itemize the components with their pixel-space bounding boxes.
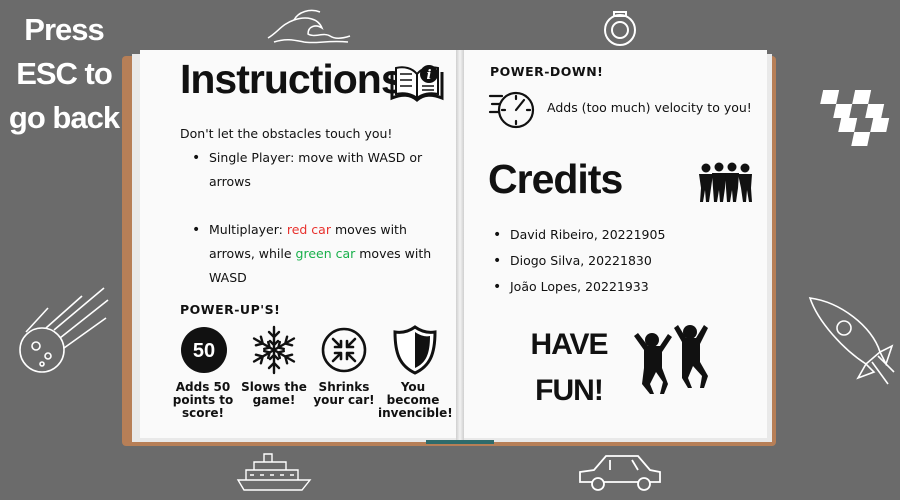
powerup-label-invincible: You become invencible!: [378, 380, 453, 420]
multiplayer-line-1: Multiplayer: red car moves with: [192, 218, 407, 242]
powerdown-label: Adds (too much) velocity to you!: [547, 100, 752, 115]
red-car-label: red car: [286, 222, 331, 237]
single-player-line-1: Single Player: move with WASD or: [192, 146, 422, 170]
ship-icon: [236, 453, 312, 491]
green-car-label: green car: [295, 246, 356, 261]
50-points-badge: 50: [193, 340, 215, 362]
speedometer-icon: [488, 91, 535, 129]
wave-icon: [267, 9, 351, 44]
meteor-icon: [19, 287, 109, 373]
credits-title: Credits: [488, 156, 623, 202]
snowflake-icon: [252, 325, 296, 375]
have-fun-line-1: HAVE: [530, 328, 608, 361]
powerup-label-shrink: Shrinks your car!: [313, 380, 375, 407]
shield-icon: [393, 325, 437, 375]
group-icon: [699, 162, 752, 202]
powerups-title: POWER-UP'S!: [180, 302, 281, 317]
50-points-icon: 50: [181, 327, 227, 373]
multiplayer-text-4: moves with: [355, 246, 432, 261]
lifebuoy-icon: [604, 11, 636, 46]
book-spine: [456, 50, 464, 440]
powerup-label-50-points: Adds 50 points to score!: [172, 380, 234, 420]
instructions-intro: Don't let the obstacles touch you!: [180, 126, 393, 141]
book-info-icon: i: [390, 65, 444, 102]
powerdown-title: POWER-DOWN!: [490, 64, 604, 79]
instructions-title: Instructions: [180, 56, 404, 102]
esc-hint-line-2: ESC to: [16, 56, 113, 91]
esc-hint-line-3: go back: [8, 100, 120, 135]
rocket-icon: [808, 297, 895, 385]
multiplayer-text-3: arrows, while: [209, 246, 296, 261]
single-player-line-2: arrows: [209, 174, 251, 189]
powerup-label-slow: Slows the game!: [241, 380, 307, 407]
credit-item-3: João Lopes, 20221933: [493, 275, 649, 299]
multiplayer-line-2: arrows, while green car moves with: [209, 242, 431, 266]
have-fun-line-2: FUN!: [535, 374, 604, 407]
esc-hint-line-1: Press: [24, 12, 104, 47]
multiplayer-line-3: WASD: [209, 270, 247, 285]
car-icon: [579, 455, 661, 491]
credit-item-2: Diogo Silva, 20221830: [493, 249, 652, 273]
multiplayer-text-1: Multiplayer:: [209, 222, 287, 237]
have-fun-text: HAVE FUN!: [530, 322, 608, 414]
svg-text:i: i: [427, 68, 432, 83]
bookmark-ribbon: [426, 440, 494, 444]
shrink-icon: [321, 327, 367, 373]
jumping-people-icon: [634, 325, 708, 394]
checkered-flag-icon: [820, 90, 890, 146]
multiplayer-text-2: moves with: [330, 222, 407, 237]
credit-item-1: David Ribeiro, 20221905: [493, 223, 665, 247]
esc-hint: Press ESC to go back: [6, 8, 122, 140]
